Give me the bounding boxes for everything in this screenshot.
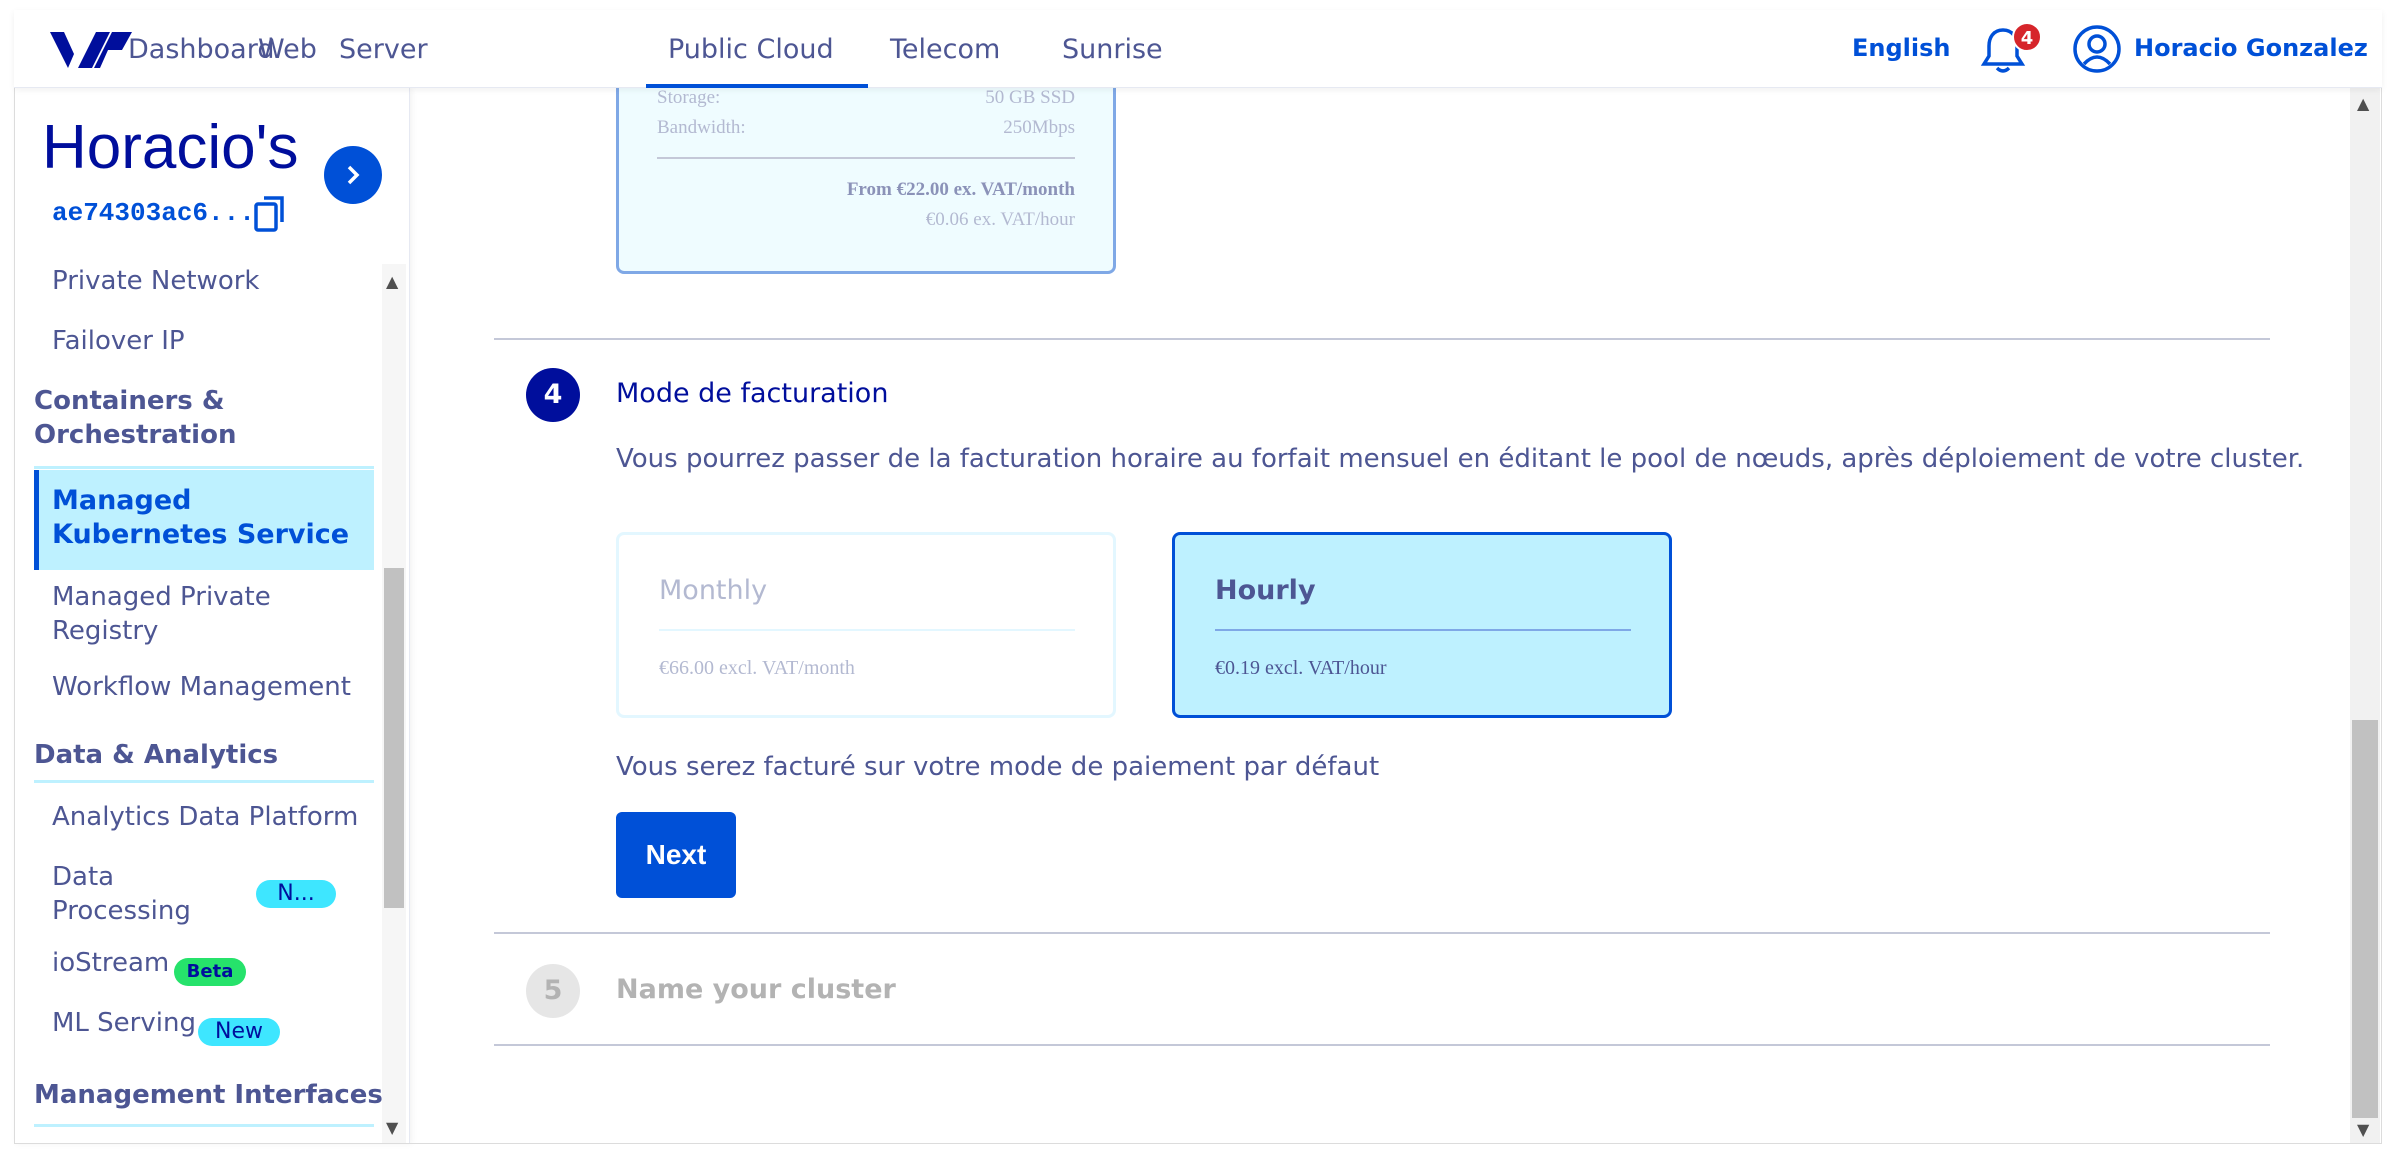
section-divider (494, 338, 2270, 340)
sidebar-item-iostream[interactable]: ioStream (52, 946, 169, 980)
billing-option-hourly[interactable]: Hourly €0.19 excl. VAT/hour (1172, 532, 1672, 718)
top-navigation-bar: Dashboard Web Server Public Cloud Teleco… (14, 10, 2382, 88)
option-price: €66.00 excl. VAT/month (659, 657, 855, 679)
section-divider (494, 932, 2270, 934)
nav-web[interactable]: Web (258, 34, 317, 65)
user-name-link[interactable]: Horacio Gonzalez (2134, 34, 2368, 62)
storage-value: 50 GB SSD (985, 88, 1075, 108)
scroll-up-arrow-icon[interactable]: ▲ (2357, 94, 2369, 113)
nav-public-cloud[interactable]: Public Cloud (668, 34, 834, 65)
language-selector[interactable]: English (1852, 34, 1950, 62)
ovh-logo[interactable] (50, 28, 132, 72)
bandwidth-value: 250Mbps (1003, 117, 1075, 138)
sidebar-group-containers: Containers & Orchestration (34, 386, 237, 450)
sidebar-item-failover-ip[interactable]: Failover IP (52, 324, 185, 358)
sidebar: Horacio's ae74303ac6... Private Network … (14, 88, 410, 1144)
step-number: 4 (526, 368, 580, 422)
main-content: Storage: 50 GB SSD Bandwidth: 250Mbps Fr… (410, 88, 2350, 1144)
option-divider (659, 629, 1075, 631)
option-name: Hourly (1215, 575, 1316, 606)
bandwidth-label: Bandwidth: (657, 117, 746, 138)
price-monthly: From €22.00 ex. VAT/month (846, 179, 1075, 200)
user-avatar-icon[interactable] (2072, 24, 2122, 74)
group-divider (34, 1124, 374, 1127)
next-button[interactable]: Next (616, 812, 736, 898)
sidebar-expand-button[interactable] (324, 146, 382, 204)
sidebar-scrollbar-thumb[interactable] (384, 568, 404, 908)
option-divider (1215, 629, 1631, 631)
card-divider (657, 157, 1075, 159)
step-number: 5 (526, 964, 580, 1018)
nav-sunrise[interactable]: Sunrise (1062, 34, 1163, 65)
step-title[interactable]: Name your cluster (616, 974, 896, 1005)
nav-dashboard[interactable]: Dashboard (128, 34, 274, 65)
step-title: Mode de facturation (616, 378, 889, 409)
project-id: ae74303ac6... (52, 198, 255, 228)
sidebar-group-management: Management Interfaces (34, 1080, 383, 1110)
billing-note: Vous serez facturé sur votre mode de pai… (616, 752, 1380, 782)
billing-description: Vous pourrez passer de la facturation ho… (616, 444, 2305, 474)
nav-active-indicator (646, 84, 868, 88)
flavor-card-selected[interactable]: Storage: 50 GB SSD Bandwidth: 250Mbps Fr… (616, 88, 1116, 274)
price-hourly: €0.06 ex. VAT/hour (925, 209, 1075, 230)
sidebar-item-ml-serving[interactable]: ML Serving (52, 1006, 196, 1040)
new-badge: New (198, 1018, 280, 1046)
group-divider (34, 780, 374, 783)
scroll-down-arrow-icon[interactable]: ▼ (2357, 1120, 2369, 1139)
chevron-right-icon (347, 165, 360, 185)
project-title: Horacio's (42, 113, 299, 182)
sidebar-item-managed-kubernetes[interactable]: Managed Kubernetes Service (52, 484, 352, 552)
sidebar-item-private-network[interactable]: Private Network (52, 264, 259, 298)
scroll-down-arrow-icon[interactable]: ▼ (386, 1118, 398, 1137)
sidebar-item-data-processing[interactable]: Data Processing (52, 860, 202, 928)
option-name: Monthly (659, 575, 768, 606)
new-badge: N... (256, 880, 336, 908)
copy-icon[interactable] (252, 194, 288, 234)
sidebar-item-managed-private-registry[interactable]: Managed Private Registry (52, 580, 292, 648)
nav-telecom[interactable]: Telecom (890, 34, 1000, 65)
sidebar-item-analytics-data-platform[interactable]: Analytics Data Platform (52, 800, 358, 834)
section-divider (494, 1044, 2270, 1046)
main-scrollbar-thumb[interactable] (2352, 720, 2378, 1118)
option-price: €0.19 excl. VAT/hour (1215, 657, 1387, 679)
sidebar-group-data: Data & Analytics (34, 740, 279, 770)
scroll-up-arrow-icon[interactable]: ▲ (386, 272, 398, 291)
sidebar-item-workflow-management[interactable]: Workflow Management (52, 670, 351, 704)
storage-label: Storage: (657, 88, 721, 108)
nav-server[interactable]: Server (339, 34, 428, 65)
group-divider (34, 466, 374, 469)
billing-option-monthly[interactable]: Monthly €66.00 excl. VAT/month (616, 532, 1116, 718)
notification-count-badge: 4 (2012, 22, 2042, 52)
beta-badge: Beta (174, 958, 246, 986)
